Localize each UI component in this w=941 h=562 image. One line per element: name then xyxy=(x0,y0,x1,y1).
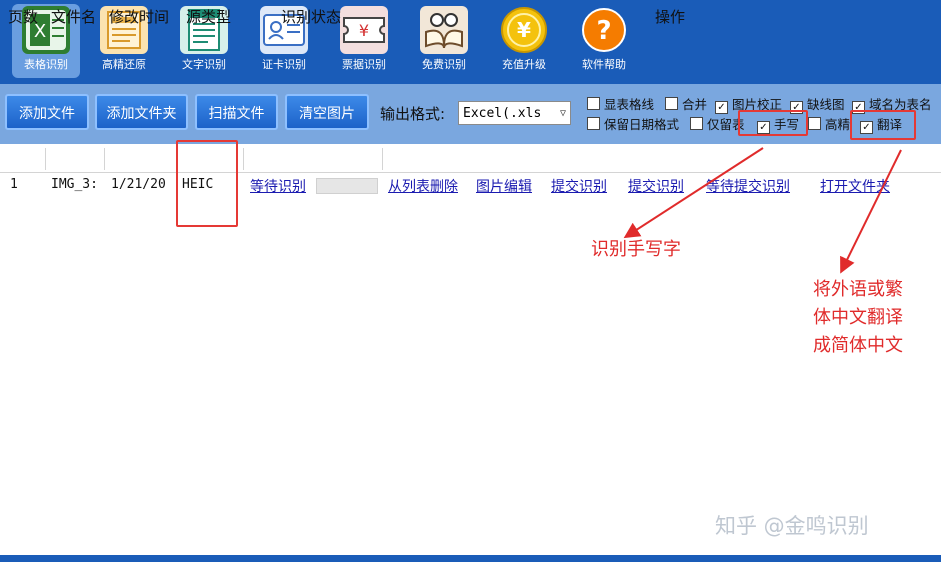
annotation-translate-line3: 成简体中文 xyxy=(813,335,903,356)
watermark: 知乎 @金鸣识别 xyxy=(715,514,869,538)
bottom-bar xyxy=(0,555,941,562)
annotation-handwriting: 识别手写字 xyxy=(591,239,681,260)
arrow-to-handwriting xyxy=(623,147,764,239)
annotation-arrows xyxy=(623,147,902,274)
arrow-to-translate xyxy=(840,149,902,274)
annotation-translate-line1: 将外语或繁 xyxy=(813,279,903,300)
annotation-translate-line2: 体中文翻译 xyxy=(813,307,903,328)
